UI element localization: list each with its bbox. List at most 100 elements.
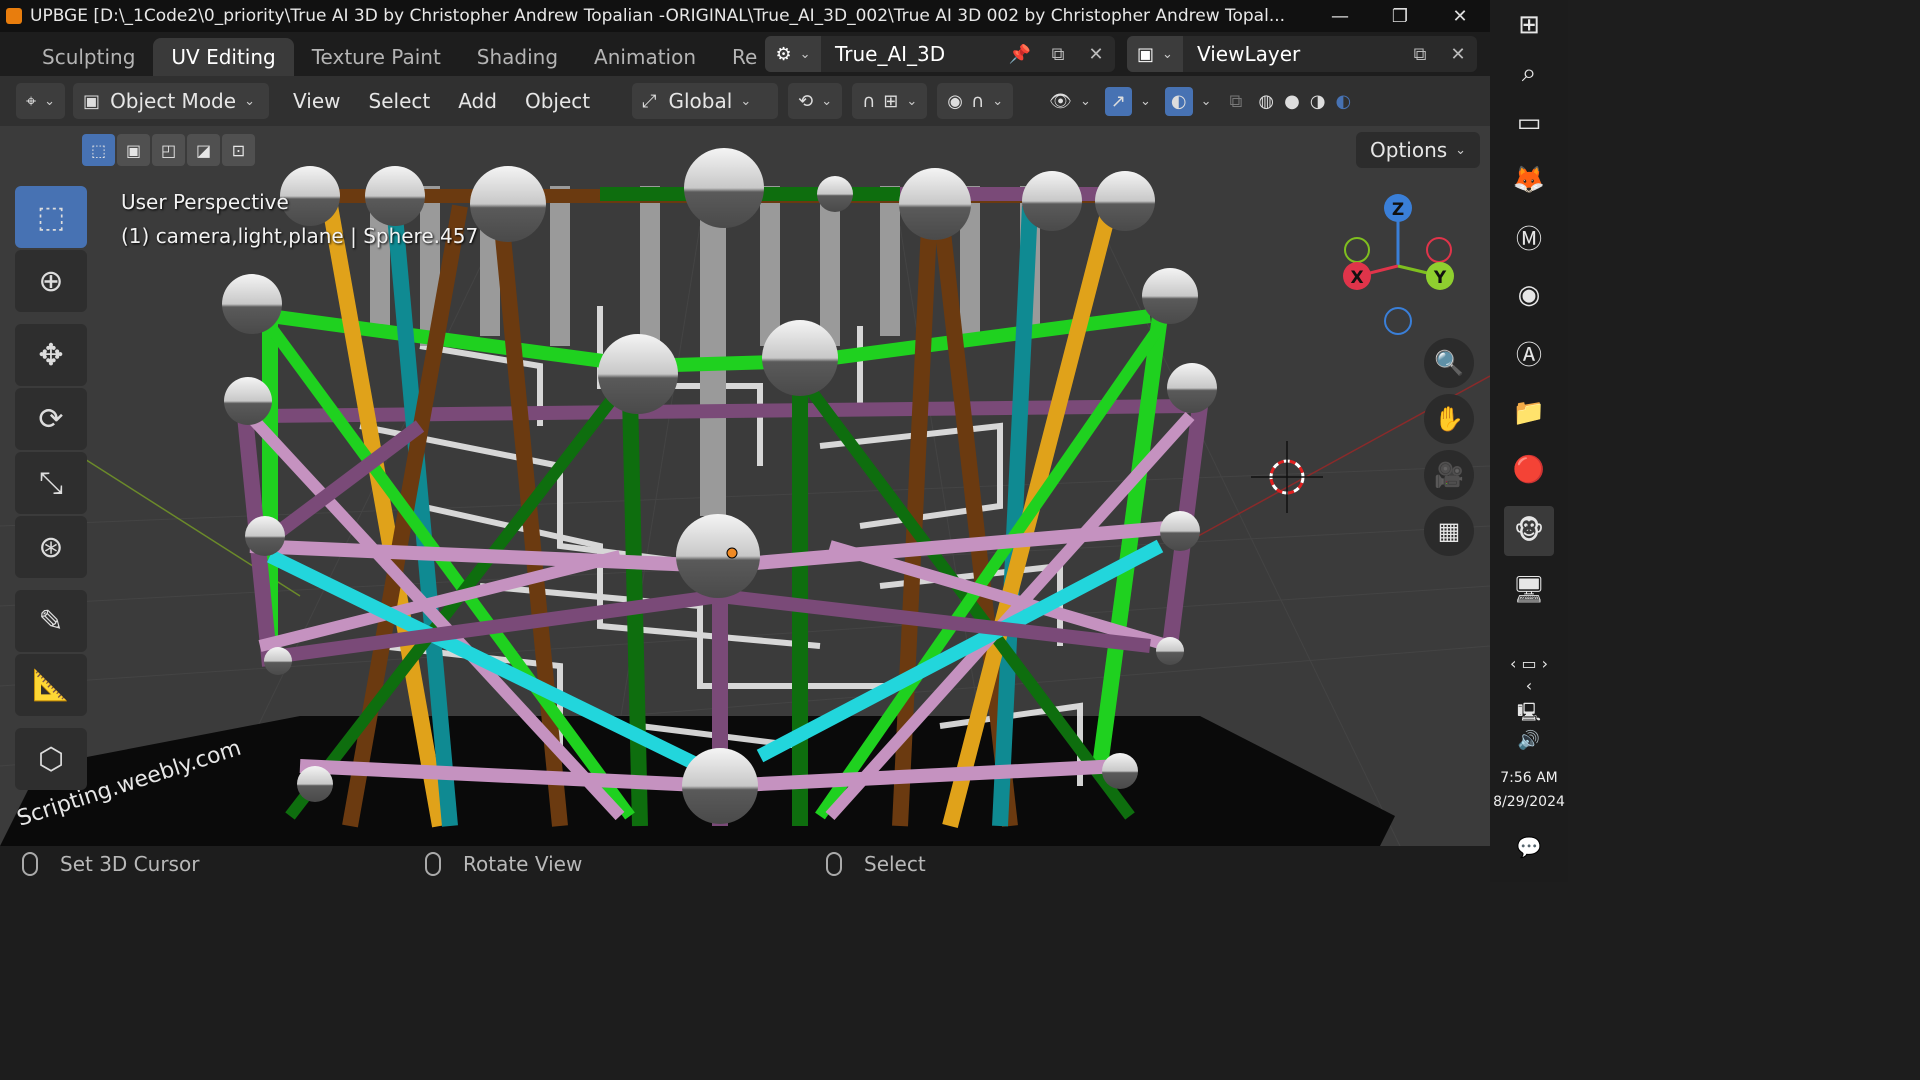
edge-icon[interactable]: ◉ <box>1504 270 1554 320</box>
scale-tool[interactable]: ⤡ <box>15 452 87 514</box>
menu-select[interactable]: Select <box>355 89 445 113</box>
view-layer-name[interactable]: ViewLayer <box>1183 42 1401 66</box>
tab-texture-paint[interactable]: Texture Paint <box>294 38 459 76</box>
shading-modes[interactable]: ◍ ● ◑ ◐ <box>1258 83 1351 119</box>
minimize-icon[interactable]: — <box>1310 6 1370 27</box>
orientation-icon: ⤢ <box>642 90 657 112</box>
new-scene-icon[interactable]: ⧉ <box>1039 36 1077 72</box>
tab-shading[interactable]: Shading <box>459 38 576 76</box>
gizmo-x-label: X <box>1350 268 1363 288</box>
scale-icon: ⤡ <box>39 465 63 501</box>
xray-toggle[interactable]: ⧉ <box>1229 83 1242 119</box>
visibility-dropdown[interactable]: 👁 ⌄ <box>1049 83 1091 119</box>
tab-uv-editing[interactable]: UV Editing <box>153 38 294 76</box>
menu-view[interactable]: View <box>279 89 354 113</box>
window-titlebar: UPBGE [D:\_1Code2\0_priority\True AI 3D … <box>0 0 1490 32</box>
annotate-tool[interactable]: ✎ <box>15 590 87 652</box>
perspective-grid-icon[interactable]: ▦ <box>1424 506 1474 556</box>
mode-label: Object Mode <box>110 89 237 113</box>
delete-view-layer-icon[interactable]: ✕ <box>1439 36 1477 72</box>
zoom-icon[interactable]: 🔍 <box>1424 338 1474 388</box>
status-right-text: Select <box>864 852 926 876</box>
pan-hand-icon[interactable]: ✋ <box>1424 394 1474 444</box>
pivot-point-dropdown[interactable]: ⟲ ⌄ <box>788 83 843 119</box>
upbge-app-icon <box>6 8 22 24</box>
clock-time[interactable]: 7:56 AM <box>1490 770 1568 786</box>
delete-scene-icon[interactable]: ✕ <box>1077 36 1115 72</box>
tab-sculpting[interactable]: Sculpting <box>24 38 153 76</box>
view-layer-icon[interactable]: ▣ ⌄ <box>1127 36 1183 72</box>
proportional-edit-dropdown[interactable]: ◉ ∩ ⌄ <box>937 83 1014 119</box>
restore-icon[interactable]: ❐ <box>1370 6 1430 27</box>
network-app-icon[interactable]: 🖥 <box>1504 565 1554 615</box>
tab-animation[interactable]: Animation <box>576 38 714 76</box>
snap-magnet-icon: ∩ <box>862 90 876 112</box>
status-middle-text: Rotate View <box>463 852 583 876</box>
selection-modes: ⬚ ▣ ◰ ◪ ⊡ <box>82 134 255 166</box>
upbge-taskbar-icon[interactable]: 🐵 <box>1504 506 1554 556</box>
new-view-layer-icon[interactable]: ⧉ <box>1401 36 1439 72</box>
select-invert-icon[interactable]: ◪ <box>187 134 220 166</box>
wireframe-shading-icon[interactable]: ◍ <box>1258 91 1274 112</box>
view-layer-selector[interactable]: ▣ ⌄ ViewLayer ⧉ ✕ <box>1127 36 1477 72</box>
mode-dropdown[interactable]: ▣ Object Mode ⌄ <box>73 83 270 119</box>
overlay-toggle[interactable]: ◐ ⌄ <box>1164 83 1211 119</box>
editor-type-icon: ⌖ <box>26 90 37 112</box>
material-shading-icon[interactable]: ◑ <box>1310 91 1326 112</box>
rotate-tool[interactable]: ⟳ <box>15 388 87 450</box>
transform-tool[interactable]: ⊛ <box>15 516 87 578</box>
eye-icon: 👁 <box>1049 90 1072 112</box>
notifications-icon[interactable]: 💬 <box>1504 822 1554 872</box>
cursor-tool[interactable]: ⊕ <box>15 250 87 312</box>
gizmo-z-label: Z <box>1392 200 1404 220</box>
camera-view-icon[interactable]: 🎥 <box>1424 450 1474 500</box>
clock-date[interactable]: 8/29/2024 <box>1490 794 1568 810</box>
mouse-right-icon <box>826 852 842 876</box>
search-icon[interactable]: ⌕ <box>1504 48 1554 98</box>
select-intersect-icon[interactable]: ⊡ <box>222 134 255 166</box>
select-subtract-icon[interactable]: ◰ <box>152 134 185 166</box>
editor-type-button[interactable]: ⌖ ⌄ <box>16 83 66 119</box>
volume-icon[interactable]: 🔊 <box>1504 715 1554 765</box>
window-title: UPBGE [D:\_1Code2\0_priority\True AI 3D … <box>30 6 1286 26</box>
add-cube-tool[interactable]: ⬡ <box>15 728 87 790</box>
select-box-tool[interactable]: ⬚ <box>15 186 87 248</box>
menu-object[interactable]: Object <box>511 89 604 113</box>
move-icon: ✥ <box>38 337 64 373</box>
menu-add[interactable]: Add <box>444 89 511 113</box>
overlay-icon: ◐ <box>1164 86 1193 116</box>
tool-shelf: ⬚ ⊕ ✥ ⟳ ⤡ ⊛ ✎ 📐 ⬡ <box>15 186 89 792</box>
scene-selector[interactable]: ⚙ ⌄ True_AI_3D 📌 ⧉ ✕ <box>765 36 1115 72</box>
solid-shading-icon[interactable]: ● <box>1284 91 1300 112</box>
scene-name[interactable]: True_AI_3D <box>821 42 1001 66</box>
close-icon[interactable]: ✕ <box>1430 6 1490 27</box>
folder-icon[interactable]: 📁 <box>1504 388 1554 438</box>
select-extend-icon[interactable]: ▣ <box>117 134 150 166</box>
navigation-gizmo[interactable]: Z X Y <box>1343 194 1454 335</box>
rendered-shading-icon[interactable]: ◐ <box>1336 91 1352 112</box>
move-tool[interactable]: ✥ <box>15 324 87 386</box>
mouse-middle-icon <box>425 852 441 876</box>
task-view-icon[interactable]: ▭ <box>1504 98 1554 148</box>
firefox-icon[interactable]: 🦊 <box>1504 155 1554 205</box>
proportional-edit-icon: ◉ <box>947 90 963 112</box>
3d-cursor <box>1251 441 1323 513</box>
3d-viewport[interactable]: Scripting.weebly.com Z X Y ⬚ ▣ ◰ ◪ ⊡ Opt… <box>0 126 1490 846</box>
gizmo-toggle[interactable]: ↗ ⌄ <box>1104 83 1151 119</box>
status-middle: Rotate View <box>425 852 582 876</box>
status-bar: Set 3D Cursor Rotate View Select <box>0 846 1490 882</box>
windows-start-icon[interactable]: ⊞ <box>1504 0 1554 50</box>
select-new-icon[interactable]: ⬚ <box>82 134 115 166</box>
perspective-label: User Perspective <box>121 190 289 214</box>
snap-dropdown[interactable]: ∩ ⊞ ⌄ <box>852 83 928 119</box>
options-dropdown[interactable]: Options ⌄ <box>1356 132 1481 168</box>
m-app-icon[interactable]: Ⓜ <box>1504 212 1554 262</box>
workspace-tabs: Sculpting UV Editing Texture Paint Shadi… <box>0 32 1490 76</box>
viewport-header: ⌖ ⌄ ▣ Object Mode ⌄ View Select Add Object… <box>0 76 1490 126</box>
acrobat-icon[interactable]: Ⓐ <box>1504 328 1554 378</box>
transform-orientation-dropdown[interactable]: ⤢ Global ⌄ <box>632 83 779 119</box>
game-app-icon[interactable]: 🔴 <box>1504 445 1554 495</box>
pin-icon[interactable]: 📌 <box>1001 36 1039 72</box>
scene-icon[interactable]: ⚙ ⌄ <box>765 36 821 72</box>
measure-tool[interactable]: 📐 <box>15 654 87 716</box>
